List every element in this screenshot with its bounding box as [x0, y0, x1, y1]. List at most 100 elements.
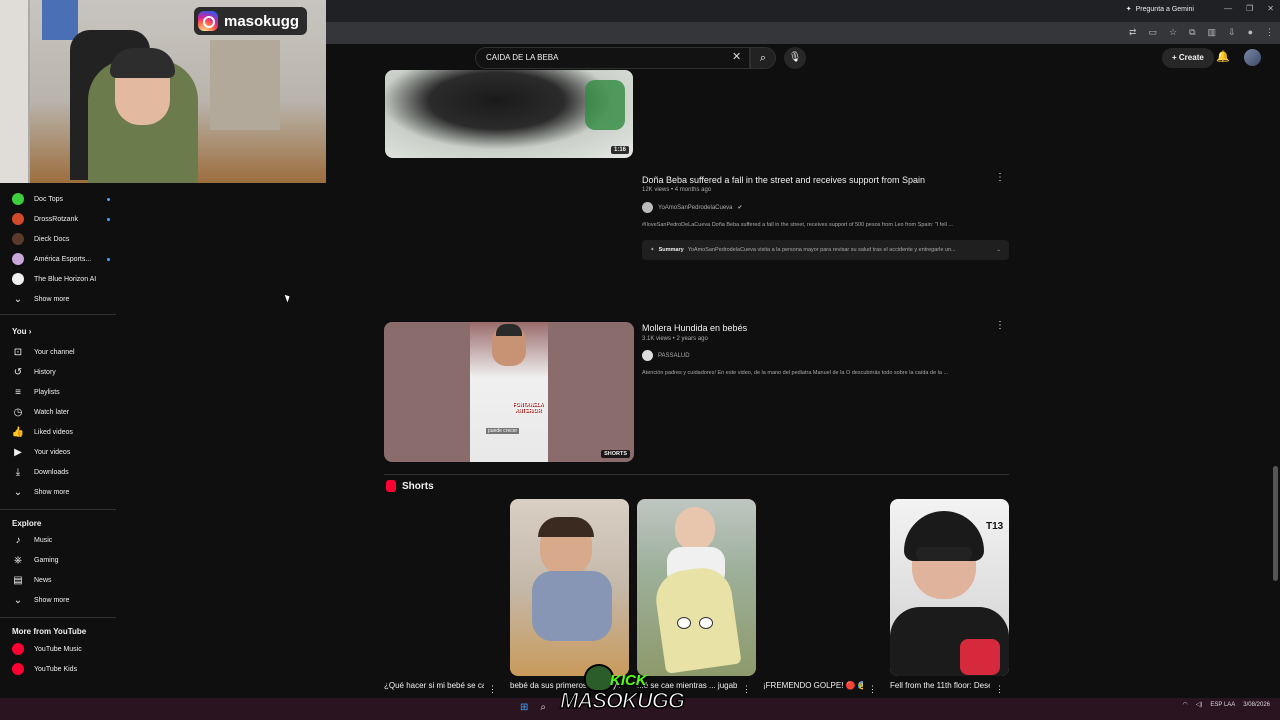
sidebar-item-your-channel[interactable]: ⊡ Your channel	[12, 344, 112, 360]
translate-icon[interactable]: ⇄	[1129, 27, 1137, 38]
search-button[interactable]: ⌕	[750, 47, 776, 69]
video-meta: 3.1K views • 2 years ago	[642, 336, 708, 342]
sidebar-item-sub-2[interactable]: Dieck Docs	[12, 231, 112, 247]
video-title[interactable]: Doña Beba suffered a fall in the street …	[642, 175, 925, 185]
sidebar-explore-heading: Explore	[12, 519, 42, 528]
page-scrollbar[interactable]	[1273, 466, 1278, 581]
taskbar-date[interactable]: 3/08/2026	[1243, 702, 1270, 708]
short-title[interactable]: Fell from the 11th floor: Desesperation …	[890, 681, 990, 690]
sidebar-item-sub-0[interactable]: Doc Tops	[12, 191, 112, 207]
more-options-icon[interactable]: ⋮	[868, 684, 877, 695]
more-options-icon[interactable]: ⋮	[995, 172, 1005, 183]
sidebar-item-label: Your channel	[34, 348, 75, 356]
download-icon[interactable]: ⇩	[1228, 27, 1236, 38]
channel-link[interactable]: YoAmoSanPedrodelaCueva ✔	[642, 202, 743, 213]
notifications-bell-icon[interactable]: 🔔	[1216, 50, 1230, 63]
sidebar-item-sub-1[interactable]: DrossRotzank	[12, 211, 112, 227]
webcam-shelf	[210, 40, 280, 130]
sidebar-item-music[interactable]: ♪ Music	[12, 532, 112, 548]
sidebar-more-heading: More from YouTube	[12, 627, 87, 636]
profile-icon[interactable]: ●	[1248, 27, 1253, 38]
create-button[interactable]: + Create	[1162, 48, 1214, 68]
more-options-icon[interactable]: ⋮	[488, 684, 497, 695]
sidepanel-icon[interactable]: ▥	[1208, 27, 1217, 38]
channel-avatar	[12, 213, 24, 225]
sidebar-divider	[0, 617, 116, 618]
video-meta: 12K views • 4 months ago	[642, 187, 712, 193]
taskbar-lang[interactable]: ESP LAA	[1210, 702, 1235, 708]
new-content-dot	[107, 217, 110, 221]
more-options-icon[interactable]: ⋮	[742, 684, 751, 695]
history-icon: ↺	[13, 366, 23, 378]
sidebar-item-sub-4[interactable]: The Blue Horizon AI	[12, 271, 112, 287]
channel-link[interactable]: PASSALUD	[642, 350, 690, 361]
sidebar-item-gaming[interactable]: ⎈ Gaming	[12, 552, 112, 568]
clear-search-icon[interactable]: ✕	[732, 50, 741, 63]
bookmark-star-icon[interactable]: ☆	[1169, 27, 1177, 38]
sidebar-subscriptions-show-more[interactable]: ⌄ Show more	[12, 291, 112, 307]
short-title[interactable]: ¡FREMENDO GOLPE! 🔴 😰 Divertida caída del…	[763, 681, 863, 690]
volume-icon[interactable]: ◁)	[1196, 701, 1203, 708]
thumbnail-detail	[585, 80, 625, 130]
summary-label: Summary	[658, 247, 684, 253]
sidebar-item-label: Music	[34, 536, 53, 544]
sidebar-item-news[interactable]: ▤ News	[12, 572, 112, 588]
sidebar-item-label: Watch later	[34, 408, 70, 416]
maximize-icon[interactable]: ❐	[1246, 4, 1253, 13]
sidebar-item-watch-later[interactable]: ◷ Watch later	[12, 404, 112, 420]
channel-avatar	[12, 253, 24, 265]
sidebar-you-show-more[interactable]: ⌄ Show more	[12, 484, 112, 500]
plus-icon: +	[1172, 53, 1177, 62]
newspaper-icon: ▤	[13, 574, 23, 586]
search-input[interactable]: CAIDA DE LA BEBA	[475, 47, 750, 69]
video-duration: 1:16	[610, 146, 629, 154]
mouse-cursor	[284, 293, 292, 303]
sidebar-you-heading[interactable]: You ›	[12, 327, 31, 336]
shorts-badge: SHORTS	[601, 450, 630, 458]
close-icon[interactable]: ✕	[1267, 4, 1274, 13]
channel-avatar	[642, 350, 653, 361]
more-options-icon[interactable]: ⋮	[995, 684, 1004, 695]
chevron-down-icon: ⌄	[996, 247, 1001, 253]
video-title[interactable]: Mollera Hundida en bebés	[642, 323, 747, 333]
ai-summary-bar[interactable]: ✦ Summary YoAmoSanPedrodelaCueva visita …	[642, 240, 1009, 260]
playlist-icon: ≡	[15, 386, 21, 398]
thumbnail-doctor	[470, 322, 548, 462]
short-title[interactable]: ¿Qué hacer si mi bebé se cayó? | Metamos…	[384, 681, 484, 690]
sidebar-item-liked-videos[interactable]: 👍 Liked videos	[12, 424, 112, 440]
sparkle-icon: ✦	[650, 247, 655, 253]
account-avatar[interactable]	[1244, 49, 1261, 66]
sidebar-item-playlists[interactable]: ≡ Playlists	[12, 384, 112, 400]
minimize-icon[interactable]: —	[1224, 4, 1232, 13]
thumbs-up-icon: 👍	[11, 426, 25, 438]
video-icon: ▶	[14, 446, 22, 458]
video-thumbnail[interactable]: FONTANELA ANTERIOR puede crecer SHORTS	[384, 322, 634, 462]
browser-menu-icon[interactable]: ⋮	[1265, 27, 1274, 38]
taskbar-search-icon[interactable]: ⌕	[540, 702, 546, 713]
sidebar-item-sub-3[interactable]: América Esports...	[12, 251, 112, 267]
more-options-icon[interactable]: ⋮	[995, 320, 1005, 331]
gemini-icon: ✦	[1125, 6, 1132, 13]
extensions-icon[interactable]: ⧉	[1189, 27, 1195, 38]
cast-icon[interactable]: ▭	[1148, 27, 1157, 38]
video-thumbnail[interactable]: 1:16	[385, 70, 633, 158]
sidebar-item-youtube-kids[interactable]: YouTube Kids	[12, 661, 112, 677]
new-content-dot	[107, 257, 110, 261]
gemini-button[interactable]: ✦ Pregunta a Gemini	[1120, 3, 1200, 15]
voice-search-button[interactable]: 🎙	[784, 47, 806, 69]
sidebar-item-your-videos[interactable]: ▶ Your videos	[12, 444, 112, 460]
short-thumbnail[interactable]: T13	[890, 499, 1009, 676]
sidebar-item-label: Show more	[34, 488, 70, 496]
download-icon: ⤓	[15, 466, 21, 478]
wifi-icon[interactable]: ◠	[1183, 701, 1188, 708]
sidebar-item-youtube-music[interactable]: YouTube Music	[12, 641, 112, 657]
short-thumbnail[interactable]	[637, 499, 756, 676]
sidebar-item-history[interactable]: ↺ History	[12, 364, 112, 380]
short-thumbnail[interactable]	[510, 499, 629, 676]
windows-start-icon[interactable]: ⊞	[520, 702, 528, 713]
search-icon: ⌕	[759, 52, 767, 64]
sidebar-explore-show-more[interactable]: ⌄ Show more	[12, 592, 112, 608]
chevron-right-icon: ›	[28, 327, 32, 336]
sidebar-item-downloads[interactable]: ⤓ Downloads	[12, 464, 112, 480]
shorts-icon	[386, 480, 396, 492]
